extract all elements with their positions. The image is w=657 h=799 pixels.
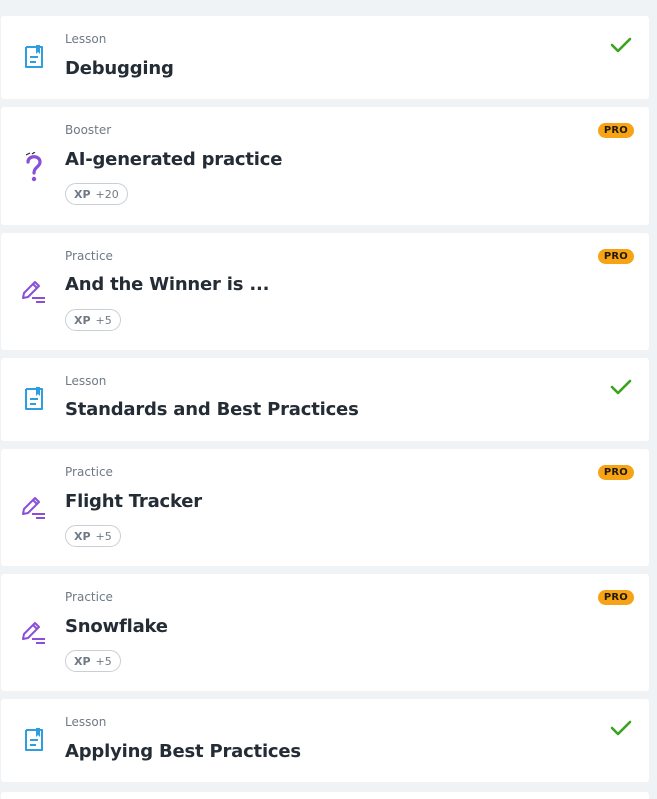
xp-value: +5 — [95, 654, 112, 668]
item-title: And the Winner is ... — [65, 274, 270, 295]
pro-badge: PRO — [597, 249, 634, 264]
pro-badge: PRO — [597, 465, 634, 480]
document-icon — [21, 386, 47, 412]
item-kind-label: Lesson — [65, 374, 107, 388]
xp-badge: XP +20 — [65, 183, 128, 205]
question-icon — [21, 152, 47, 182]
item-title: Snowflake — [65, 616, 168, 637]
checkmark-icon — [610, 36, 632, 54]
edit-icon — [21, 619, 47, 645]
pro-badge: PRO — [597, 590, 634, 605]
list-item-lesson[interactable]: Lesson Debugging — [1, 16, 649, 99]
item-kind-label: Practice — [65, 590, 113, 604]
content-list: Lesson Debugging Booster AI-generated pr… — [0, 0, 657, 799]
next-list-item-partial[interactable] — [1, 792, 649, 799]
item-title: Flight Tracker — [65, 491, 202, 512]
document-icon — [21, 44, 47, 70]
item-title: AI-generated practice — [65, 149, 283, 170]
item-kind-label: Booster — [65, 123, 112, 137]
item-kind-label: Lesson — [65, 715, 107, 729]
list-item-practice[interactable]: Practice Snowflake XP +5 PRO — [1, 574, 649, 691]
item-kind-label: Practice — [65, 465, 113, 479]
item-title: Applying Best Practices — [65, 741, 301, 762]
xp-badge: XP +5 — [65, 309, 121, 331]
item-kind-label: Lesson — [65, 32, 107, 46]
list-item-practice[interactable]: Practice Flight Tracker XP +5 PRO — [1, 449, 649, 566]
pro-badge: PRO — [597, 123, 634, 138]
item-title: Debugging — [65, 58, 174, 79]
document-icon — [21, 727, 47, 753]
checkmark-icon — [610, 378, 632, 396]
xp-label: XP — [74, 187, 91, 201]
xp-value: +5 — [95, 313, 112, 327]
xp-label: XP — [74, 529, 91, 543]
xp-label: XP — [74, 313, 91, 327]
edit-icon — [21, 278, 47, 304]
edit-icon — [21, 494, 47, 520]
xp-value: +20 — [95, 187, 119, 201]
list-item-lesson[interactable]: Lesson Standards and Best Practices — [1, 358, 649, 441]
xp-badge: XP +5 — [65, 650, 121, 672]
item-title: Standards and Best Practices — [65, 399, 359, 420]
item-kind-label: Practice — [65, 249, 113, 263]
list-item-lesson[interactable]: Lesson Applying Best Practices — [1, 699, 649, 782]
xp-badge: XP +5 — [65, 525, 121, 547]
xp-label: XP — [74, 654, 91, 668]
list-item-booster[interactable]: Booster AI-generated practice XP +20 PRO — [1, 107, 649, 225]
list-item-practice[interactable]: Practice And the Winner is ... XP +5 PRO — [1, 233, 649, 350]
checkmark-icon — [610, 719, 632, 737]
xp-value: +5 — [95, 529, 112, 543]
